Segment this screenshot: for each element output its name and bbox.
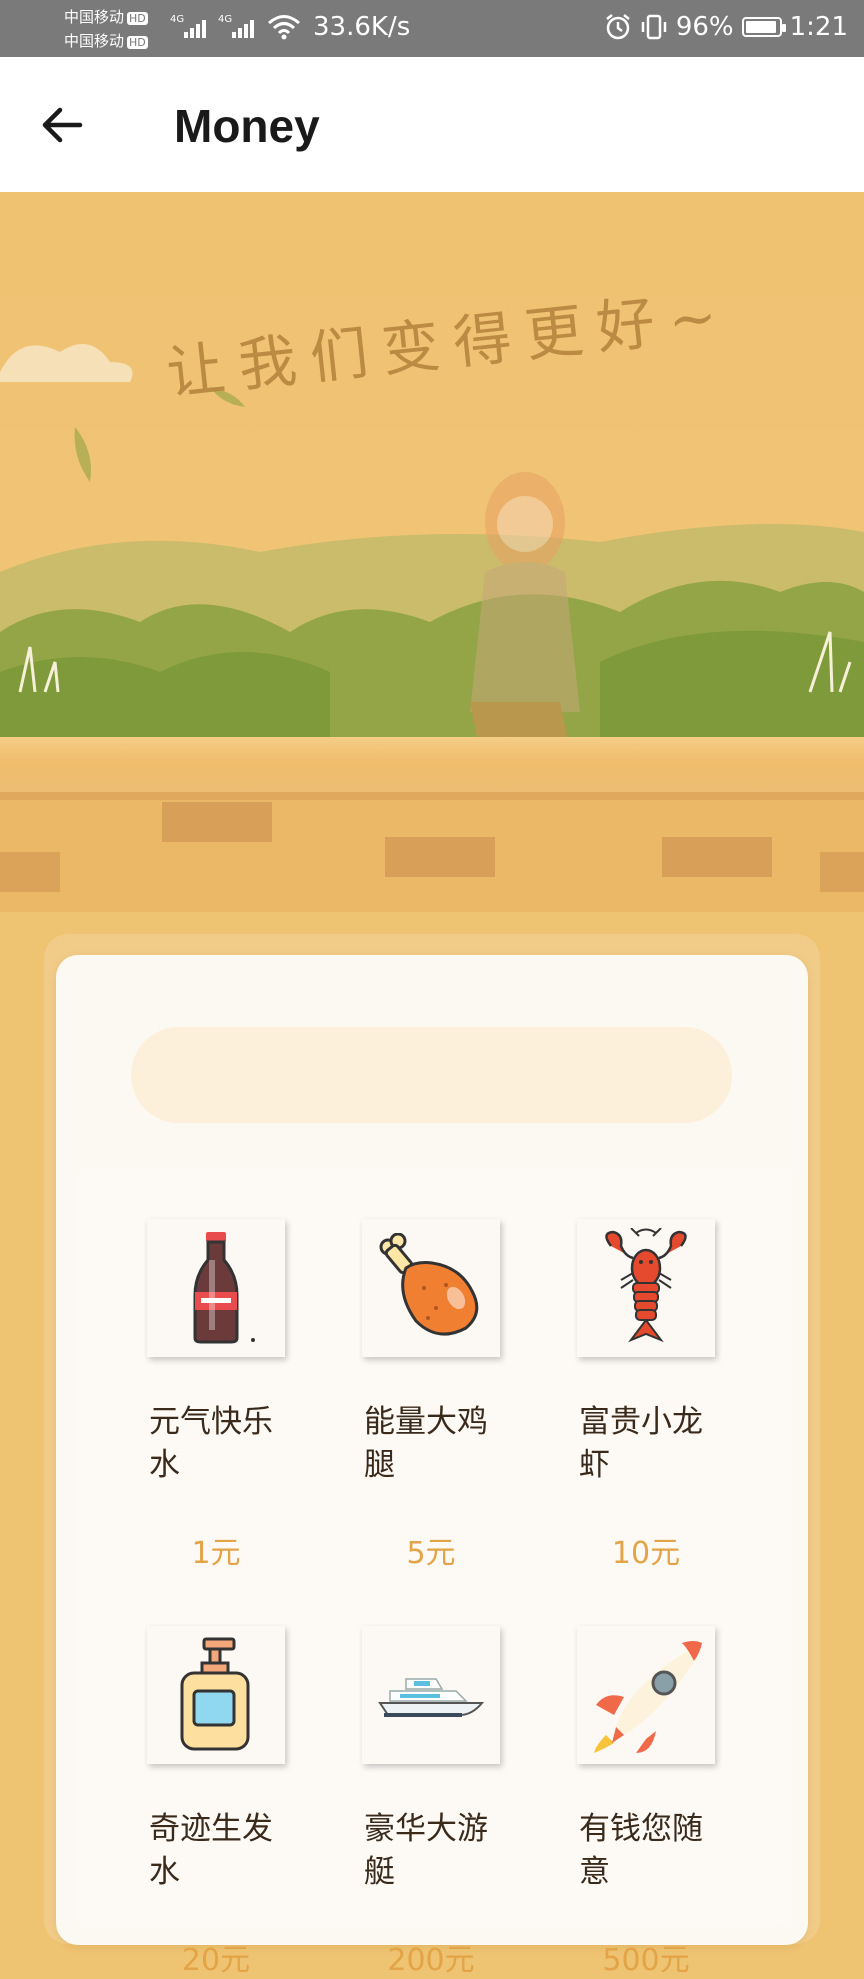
carrier-1: 中国移动 — [64, 8, 125, 26]
rocket-icon — [594, 1641, 702, 1753]
signal-icon: 4G — [170, 14, 206, 38]
hd-badge: HD — [127, 36, 148, 49]
product-name: 豪华大游艇 — [364, 1811, 488, 1890]
cola-bottle-icon — [193, 1232, 255, 1344]
product-thumbnail — [362, 1626, 500, 1764]
carrier-info: 中国移动 HD 中国移动 HD — [64, 5, 148, 53]
wifi-icon — [268, 15, 300, 40]
network-type-1: 4G — [170, 14, 184, 25]
status-bar: 中国移动 HD 中国移动 HD 4G 4G 33.6K/s 96% 1:21 — [0, 0, 864, 57]
back-arrow-icon — [42, 107, 83, 143]
network-type-2: 4G — [218, 14, 232, 25]
chicken-leg-icon — [379, 1233, 479, 1336]
clock: 1:21 — [789, 12, 848, 42]
product-thumbnail — [362, 1219, 500, 1357]
product-name: 能量大鸡腿 — [364, 1404, 488, 1483]
network-speed: 33.6K/s — [313, 12, 411, 42]
page-title: Money — [174, 100, 320, 152]
product-price: 1元 — [191, 1536, 241, 1571]
product-thumbnail — [147, 1219, 285, 1357]
back-button[interactable] — [30, 97, 94, 153]
banner-illustration: 让我们变得更好~ — [0, 192, 864, 912]
carrier-2: 中国移动 — [64, 32, 125, 50]
pump-bottle-icon — [180, 1637, 250, 1751]
product-price: 5元 — [406, 1536, 456, 1571]
hd-badge: HD — [127, 12, 148, 25]
product-price: 200元 — [387, 1943, 475, 1978]
status-right: 96% 1:21 — [604, 12, 848, 42]
product-name: 元气快乐水 — [149, 1404, 273, 1483]
battery-icon — [741, 17, 786, 37]
product-price: 500元 — [602, 1943, 690, 1978]
product-thumbnail — [577, 1626, 715, 1764]
alarm-icon — [606, 14, 630, 40]
product-name: 有钱您随意 — [579, 1811, 703, 1890]
yacht-icon — [378, 1678, 485, 1717]
product-price: 20元 — [181, 1943, 251, 1978]
product-thumbnail — [147, 1626, 285, 1764]
balance-pill[interactable] — [131, 1027, 732, 1123]
product-price: 10元 — [611, 1536, 681, 1571]
battery-level — [745, 21, 777, 33]
crayfish-icon — [605, 1228, 687, 1343]
product-thumbnail — [577, 1219, 715, 1357]
signal-icon: 4G — [218, 14, 254, 38]
vibrate-icon — [641, 14, 667, 40]
product-name: 奇迹生发水 — [149, 1811, 273, 1890]
product-name: 富贵小龙虾 — [579, 1404, 703, 1483]
battery-percent: 96% — [675, 12, 734, 42]
app-bar: Money — [0, 57, 864, 192]
